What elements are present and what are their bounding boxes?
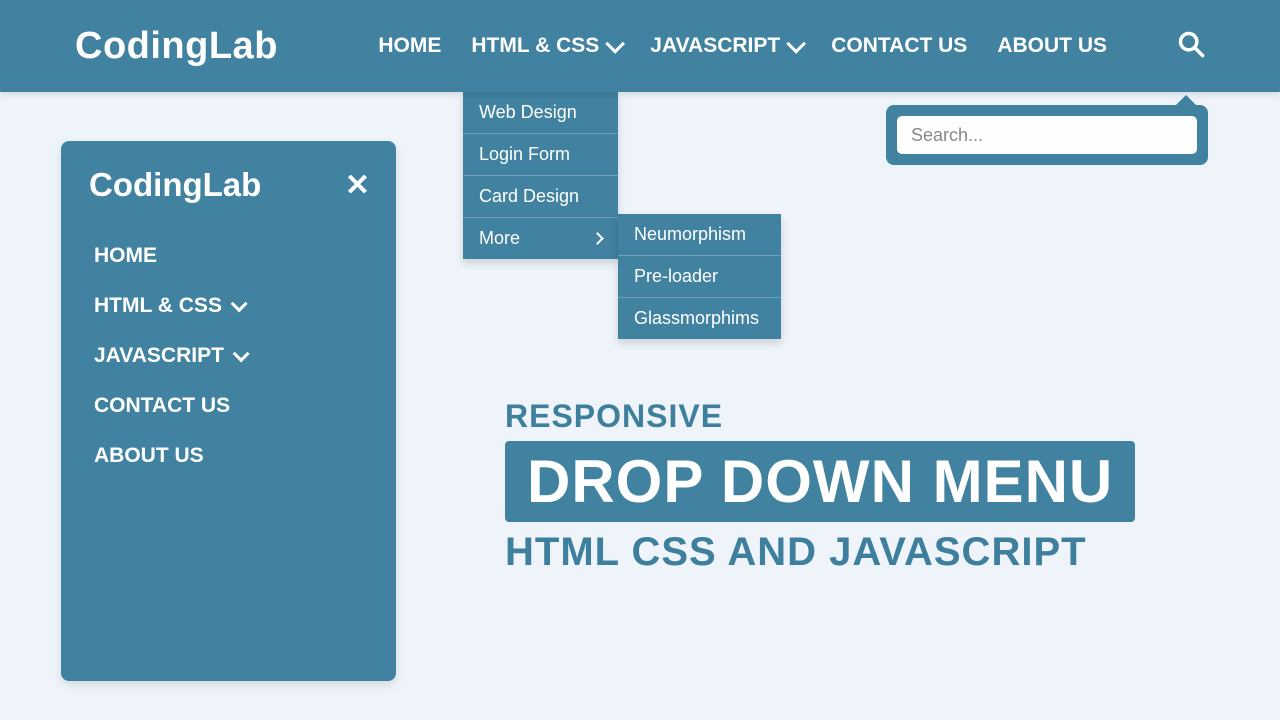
nav-javascript[interactable]: JAVASCRIPT [650, 34, 801, 58]
submenu-more: Neumorphism Pre-loader Glassmorphims [618, 214, 781, 339]
sidebar-item-about[interactable]: ABOUT US [94, 444, 376, 468]
sidebar-item-label: ABOUT US [94, 444, 204, 468]
nav-home[interactable]: HOME [378, 34, 441, 58]
sidebar-item-javascript[interactable]: JAVASCRIPT [94, 344, 376, 368]
submenu-item-label: Pre-loader [634, 266, 718, 287]
submenu-item-glassmorphims[interactable]: Glassmorphims [618, 297, 781, 339]
nav-javascript-label: JAVASCRIPT [650, 34, 780, 58]
chevron-right-icon [591, 232, 604, 245]
dropdown-item-label: Card Design [479, 186, 579, 207]
search-icon[interactable] [1177, 30, 1205, 63]
dropdown-item-label: More [479, 228, 520, 249]
submenu-item-neumorphism[interactable]: Neumorphism [618, 214, 781, 255]
nav-htmlcss[interactable]: HTML & CSS [471, 34, 620, 58]
sidebar-logo: CodingLab [89, 166, 261, 204]
submenu-item-label: Neumorphism [634, 224, 746, 245]
chevron-down-icon [233, 345, 250, 362]
sidebar-item-htmlcss[interactable]: HTML & CSS [94, 294, 376, 318]
nav-contact[interactable]: CONTACT US [831, 34, 967, 58]
nav-home-label: HOME [378, 34, 441, 58]
sidebar-item-home[interactable]: HOME [94, 244, 376, 268]
dropdown-item-carddesign[interactable]: Card Design [463, 175, 618, 217]
dropdown-item-label: Login Form [479, 144, 570, 165]
hero-sub: HTML CSS AND JAVASCRIPT [505, 530, 1135, 575]
hero-sup: RESPONSIVE [505, 398, 1135, 435]
nav-items: HOME HTML & CSS JAVASCRIPT CONTACT US AB… [378, 30, 1205, 63]
brand-logo: CodingLab [75, 25, 278, 68]
top-navbar: CodingLab HOME HTML & CSS JAVASCRIPT CON… [0, 0, 1280, 92]
dropdown-item-more[interactable]: More [463, 217, 618, 259]
nav-about[interactable]: ABOUT US [997, 34, 1107, 58]
dropdown-item-webdesign[interactable]: Web Design [463, 92, 618, 133]
chevron-down-icon [231, 295, 248, 312]
submenu-item-label: Glassmorphims [634, 308, 759, 329]
dropdown-htmlcss: Web Design Login Form Card Design More [463, 92, 618, 259]
nav-htmlcss-label: HTML & CSS [471, 34, 599, 58]
sidebar: CodingLab ✕ HOME HTML & CSS JAVASCRIPT C… [61, 141, 396, 681]
sidebar-item-contact[interactable]: CONTACT US [94, 394, 376, 418]
sidebar-items: HOME HTML & CSS JAVASCRIPT CONTACT US AB… [89, 244, 376, 468]
nav-contact-label: CONTACT US [831, 34, 967, 58]
hero: RESPONSIVE DROP DOWN MENU HTML CSS AND J… [505, 398, 1135, 575]
sidebar-item-label: HTML & CSS [94, 294, 222, 318]
search-input[interactable] [897, 116, 1197, 154]
hero-main: DROP DOWN MENU [505, 441, 1135, 522]
close-icon[interactable]: ✕ [345, 168, 370, 203]
chevron-down-icon [606, 34, 626, 54]
search-popup [886, 105, 1208, 165]
dropdown-item-label: Web Design [479, 102, 577, 123]
sidebar-item-label: JAVASCRIPT [94, 344, 224, 368]
nav-about-label: ABOUT US [997, 34, 1107, 58]
dropdown-item-loginform[interactable]: Login Form [463, 133, 618, 175]
submenu-item-preloader[interactable]: Pre-loader [618, 255, 781, 297]
sidebar-item-label: HOME [94, 244, 157, 268]
sidebar-header: CodingLab ✕ [89, 166, 376, 204]
sidebar-item-label: CONTACT US [94, 394, 230, 418]
chevron-down-icon [786, 34, 806, 54]
